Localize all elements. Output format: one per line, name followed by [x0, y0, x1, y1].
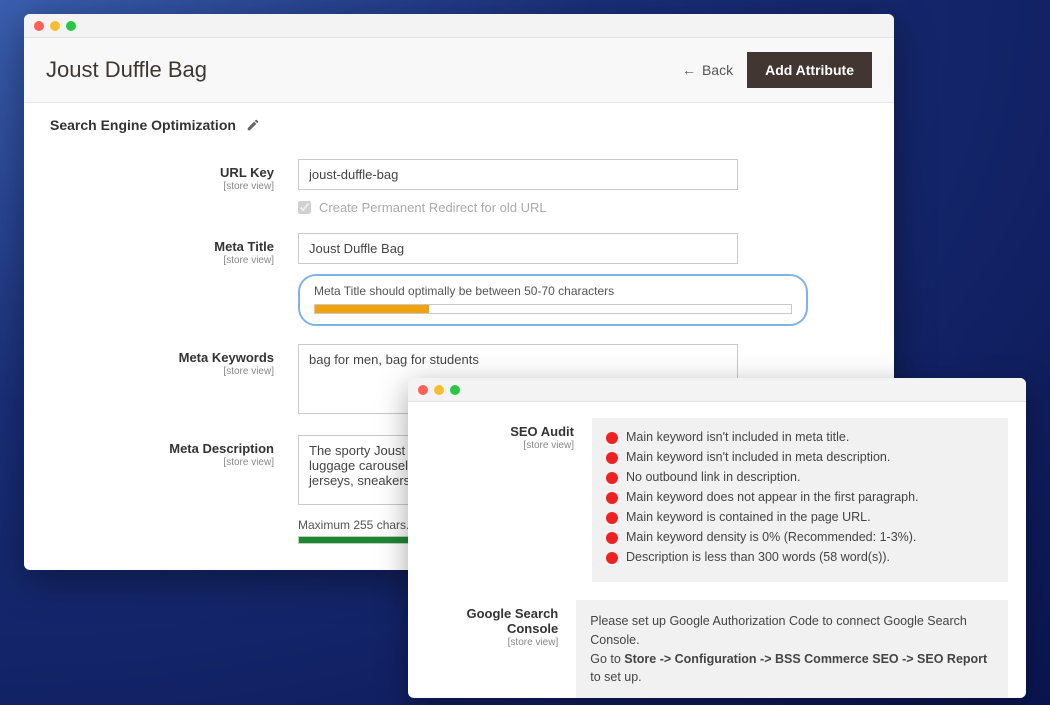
section-head-seo[interactable]: Search Engine Optimization [24, 103, 894, 139]
seo-audit-box: Main keyword isn't included in meta titl… [592, 418, 1008, 582]
audit-item: Main keyword isn't included in meta titl… [606, 430, 994, 444]
console-line1: Please set up Google Authorization Code … [590, 612, 994, 650]
console-label: Google Search Console [466, 606, 558, 636]
meta-title-label: Meta Title [214, 239, 274, 254]
meta-title-bar-fill [315, 305, 429, 313]
audit-item: Main keyword is contained in the page UR… [606, 510, 994, 524]
audit-item-text: Main keyword does not appear in the firs… [626, 490, 919, 504]
label-col: Meta Title [store view] [62, 233, 298, 266]
error-dot-icon [606, 532, 618, 544]
error-dot-icon [606, 432, 618, 444]
audit-item-text: Main keyword density is 0% (Recommended:… [626, 530, 916, 544]
console-box: Please set up Google Authorization Code … [576, 600, 1008, 698]
url-key-input[interactable] [298, 159, 738, 190]
audit-item: No outbound link in description. [606, 470, 994, 484]
error-dot-icon [606, 552, 618, 564]
window-zoom-icon[interactable] [450, 385, 460, 395]
audit-body: SEO Audit [store view] Main keyword isn'… [408, 402, 1026, 698]
row-google-console: Google Search Console [store view] Pleas… [426, 600, 1008, 698]
meta-title-scope: [store view] [62, 255, 274, 266]
window-minimize-icon[interactable] [50, 21, 60, 31]
section-title: Search Engine Optimization [50, 117, 236, 133]
meta-description-label: Meta Description [169, 441, 274, 456]
page-header: Joust Duffle Bag ← Back Add Attribute [24, 38, 894, 103]
input-col: Create Permanent Redirect for old URL [298, 159, 856, 215]
header-actions: ← Back Add Attribute [682, 52, 872, 88]
audit-item-text: Main keyword isn't included in meta titl… [626, 430, 849, 444]
titlebar [408, 378, 1026, 402]
meta-description-scope: [store view] [62, 457, 274, 468]
label-col: Google Search Console [store view] [426, 600, 576, 648]
edit-icon [246, 118, 260, 132]
page-title: Joust Duffle Bag [46, 57, 207, 83]
label-col: Meta Description [store view] [62, 435, 298, 468]
audit-item: Main keyword does not appear in the firs… [606, 490, 994, 504]
redirect-row: Create Permanent Redirect for old URL [298, 200, 856, 215]
error-dot-icon [606, 512, 618, 524]
input-col: Meta Title should optimally be between 5… [298, 233, 856, 326]
label-col: SEO Audit [store view] [426, 418, 592, 451]
audit-window: SEO Audit [store view] Main keyword isn'… [408, 378, 1026, 698]
error-dot-icon [606, 492, 618, 504]
url-key-scope: [store view] [62, 181, 274, 192]
audit-item: Main keyword isn't included in meta desc… [606, 450, 994, 464]
meta-title-note-text: Meta Title should optimally be between 5… [314, 284, 792, 298]
url-key-label: URL Key [220, 165, 274, 180]
meta-title-bar [314, 304, 792, 314]
audit-item-text: Main keyword is contained in the page UR… [626, 510, 871, 524]
add-attribute-button[interactable]: Add Attribute [747, 52, 872, 88]
audit-item-text: No outbound link in description. [626, 470, 800, 484]
error-dot-icon [606, 452, 618, 464]
audit-item: Main keyword density is 0% (Recommended:… [606, 530, 994, 544]
window-minimize-icon[interactable] [434, 385, 444, 395]
row-seo-audit: SEO Audit [store view] Main keyword isn'… [426, 418, 1008, 582]
meta-title-input[interactable] [298, 233, 738, 264]
titlebar [24, 14, 894, 38]
window-close-icon[interactable] [418, 385, 428, 395]
arrow-left-icon: ← [682, 62, 696, 78]
console-line2: Go to Store -> Configuration -> BSS Comm… [590, 650, 994, 688]
meta-keywords-scope: [store view] [62, 366, 274, 377]
row-url-key: URL Key [store view] Create Permanent Re… [62, 159, 856, 215]
window-zoom-icon[interactable] [66, 21, 76, 31]
audit-item-text: Main keyword isn't included in meta desc… [626, 450, 890, 464]
window-close-icon[interactable] [34, 21, 44, 31]
row-meta-title: Meta Title [store view] Meta Title shoul… [62, 233, 856, 326]
seo-audit-scope: [store view] [426, 440, 574, 451]
meta-keywords-label: Meta Keywords [179, 350, 274, 365]
redirect-label: Create Permanent Redirect for old URL [319, 200, 547, 215]
error-dot-icon [606, 472, 618, 484]
console-scope: [store view] [426, 637, 558, 648]
label-col: Meta Keywords [store view] [62, 344, 298, 377]
back-label: Back [702, 62, 733, 78]
seo-audit-label: SEO Audit [510, 424, 574, 439]
back-button[interactable]: ← Back [682, 62, 733, 78]
label-col: URL Key [store view] [62, 159, 298, 192]
redirect-checkbox [298, 201, 311, 214]
audit-item: Description is less than 300 words (58 w… [606, 550, 994, 564]
meta-title-note: Meta Title should optimally be between 5… [298, 274, 808, 326]
audit-item-text: Description is less than 300 words (58 w… [626, 550, 890, 564]
